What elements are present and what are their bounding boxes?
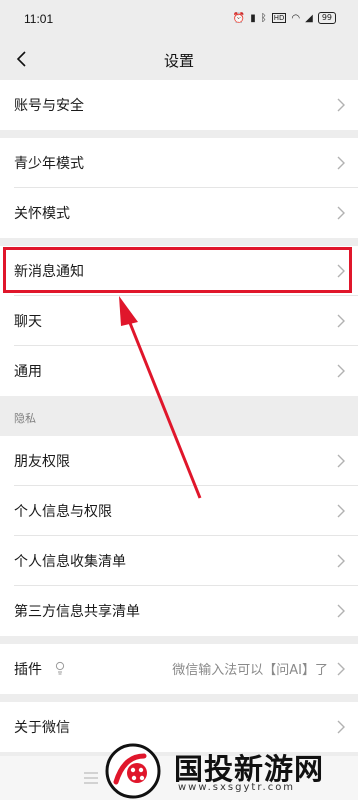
status-icons: ⏰ ▮ ᛒ HD ◠ ◢ 99 — [233, 12, 336, 24]
nav-bar: 设置 — [0, 40, 358, 78]
item-label: 关怀模式 — [14, 206, 70, 222]
item-label: 个人信息与权限 — [14, 504, 112, 520]
group-plugins: 插件 微信输入法可以【问AI】了 — [0, 644, 358, 694]
settings-item-personal-info-permissions[interactable]: 个人信息与权限 — [0, 486, 358, 536]
watermark-url: www.sxsgytr.com — [178, 782, 296, 793]
chevron-right-icon — [337, 662, 345, 676]
settings-item-friend-permissions[interactable]: 朋友权限 — [0, 436, 358, 486]
chevron-right-icon — [337, 720, 345, 734]
section-label-privacy: 隐私 — [14, 412, 36, 425]
menu-icon[interactable] — [84, 772, 98, 784]
item-label: 关于微信 — [14, 720, 70, 736]
settings-item-teen-mode[interactable]: 青少年模式 — [0, 138, 358, 188]
plugins-value: 微信输入法可以【问AI】了 — [172, 663, 328, 678]
status-bar: 11:01 ⏰ ▮ ᛒ HD ◠ ◢ 99 — [0, 0, 358, 40]
settings-item-plugins[interactable]: 插件 微信输入法可以【问AI】了 — [0, 644, 358, 694]
settings-item-personal-info-list[interactable]: 个人信息收集清单 — [0, 536, 358, 586]
item-label: 插件 — [14, 662, 42, 678]
group-privacy: 朋友权限 个人信息与权限 个人信息收集清单 第三方信息共享清单 — [0, 436, 358, 636]
hd-icon: HD — [271, 13, 287, 23]
item-label: 账号与安全 — [14, 98, 84, 114]
chevron-right-icon — [337, 156, 345, 170]
group-modes: 青少年模式 关怀模式 — [0, 138, 358, 238]
battery-icon: 99 — [317, 12, 336, 24]
site-logo-icon — [105, 743, 161, 799]
vibrate-icon: ▮ — [250, 12, 256, 24]
alarm-icon: ⏰ — [232, 12, 246, 24]
chevron-right-icon — [337, 604, 345, 618]
item-label: 青少年模式 — [14, 156, 84, 172]
status-time: 11:01 — [24, 12, 54, 26]
signal-icon: ◢ — [305, 12, 313, 24]
chevron-right-icon — [337, 206, 345, 220]
wifi-icon: ◠ — [291, 12, 301, 24]
chevron-right-icon — [337, 454, 345, 468]
item-label: 个人信息收集清单 — [14, 554, 126, 570]
settings-item-third-party-sharing[interactable]: 第三方信息共享清单 — [0, 586, 358, 636]
chevron-right-icon — [337, 314, 345, 328]
bluetooth-icon: ᛒ — [260, 12, 267, 24]
group-account: 账号与安全 — [0, 80, 358, 130]
watermark: 国投新游网 www.sxsgytr.com — [104, 742, 358, 800]
item-label: 第三方信息共享清单 — [14, 604, 140, 620]
item-label: 聊天 — [14, 314, 42, 330]
settings-item-chat[interactable]: 聊天 — [0, 296, 358, 346]
settings-item-account-security[interactable]: 账号与安全 — [0, 80, 358, 130]
page-title: 设置 — [163, 52, 194, 70]
item-label: 朋友权限 — [14, 454, 70, 470]
chevron-right-icon — [337, 98, 345, 112]
chevron-right-icon — [337, 504, 345, 518]
settings-item-general[interactable]: 通用 — [0, 346, 358, 396]
chevron-right-icon — [337, 554, 345, 568]
highlight-box — [3, 247, 352, 293]
chevron-right-icon — [337, 364, 345, 378]
settings-item-care-mode[interactable]: 关怀模式 — [0, 188, 358, 238]
bulb-icon — [55, 661, 65, 675]
item-label: 通用 — [14, 364, 42, 380]
